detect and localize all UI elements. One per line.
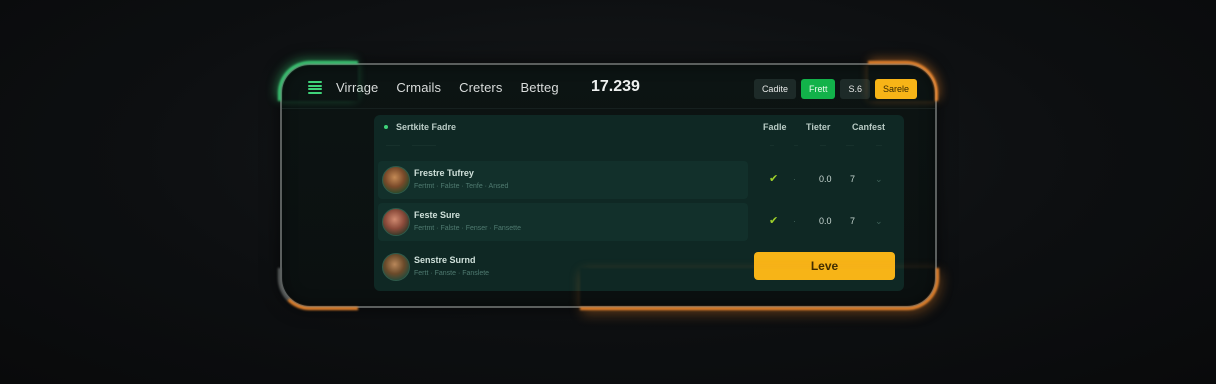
background: Virrage Crmails Creters Betteg 17.239 Ca… — [0, 0, 1216, 384]
row-subtitle: Fertmt · Falste · Fenser · Fansette — [414, 225, 521, 232]
row-stats: ✔ · 0.0 7 ⌄ — [759, 161, 889, 199]
check-icon: ✔ — [769, 215, 779, 227]
panel-title: Sertkite Fadre — [396, 122, 457, 132]
top-nav: Virrage Crmails Creters Betteg — [336, 65, 559, 109]
app-window: Virrage Crmails Creters Betteg 17.239 Ca… — [280, 63, 937, 308]
row-subtitle: Fertt · Fanste · Fanslete — [414, 270, 490, 277]
status-dot-icon — [384, 125, 388, 129]
row-name: Feste Sure — [414, 210, 461, 220]
s6-button[interactable]: S.6 — [840, 79, 870, 99]
main-panel: Sertkite Fadre Fadle Tieter Canfest ····… — [374, 115, 904, 291]
column-header-tieter: Tieter — [806, 122, 831, 132]
row-score: 0.0 — [819, 216, 832, 226]
dash-icon: · — [793, 216, 796, 226]
top-bar: Virrage Crmails Creters Betteg 17.239 Ca… — [282, 65, 935, 109]
hamburger-menu-icon[interactable] — [308, 81, 322, 94]
top-actions: Cadite Frett S.6 Sarele — [753, 79, 917, 99]
list-item[interactable]: Frestre Tufrey Fertmt · Falste · Tenfe ·… — [378, 161, 748, 199]
row-name: Frestre Tufrey — [414, 168, 474, 178]
column-header-canfest: Canfest — [852, 122, 886, 132]
nav-item-betteg[interactable]: Betteg — [520, 80, 558, 95]
sarele-button[interactable]: Sarele — [874, 79, 917, 99]
row-count: 7 — [850, 216, 856, 226]
check-icon: ✔ — [769, 173, 779, 185]
dash-icon: · — [793, 174, 796, 184]
frett-button[interactable]: Frett — [800, 79, 836, 99]
list-item[interactable]: Feste Sure Fertmt · Falste · Fenser · Fa… — [378, 203, 748, 241]
column-header-fadle: Fadle — [763, 122, 787, 132]
avatar — [382, 166, 410, 194]
nav-item-virrage[interactable]: Virrage — [336, 80, 378, 95]
row-score: 0.0 — [819, 174, 832, 184]
list-item[interactable]: Senstre Surnd Fertt · Fanste · Fanslete — [378, 247, 748, 287]
chevron-down-icon[interactable]: ⌄ — [875, 216, 883, 227]
row-name: Senstre Surnd — [414, 255, 476, 265]
row-count: 7 — [850, 174, 856, 184]
avatar — [382, 208, 410, 236]
cadite-button[interactable]: Cadite — [753, 79, 796, 99]
leave-button[interactable]: Leve — [754, 252, 895, 280]
avatar — [382, 253, 410, 281]
row-subtitle: Fertmt · Falste · Tenfe · Ansed — [414, 183, 509, 190]
chevron-down-icon[interactable]: ⌄ — [875, 174, 883, 185]
panel-subheader: ······· ············ ·· ·· ··· ···· ··· — [386, 143, 882, 149]
row-stats: ✔ · 0.0 7 ⌄ — [759, 203, 889, 241]
balance-value: 17.239 — [591, 78, 640, 95]
nav-item-crmails[interactable]: Crmails — [396, 80, 441, 95]
nav-item-creters[interactable]: Creters — [459, 80, 502, 95]
panel-header: Sertkite Fadre Fadle Tieter Canfest — [374, 115, 904, 139]
